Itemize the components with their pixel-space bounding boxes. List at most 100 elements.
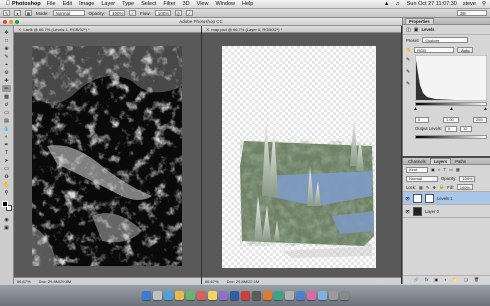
delete-layer-icon[interactable]: 🗑 xyxy=(474,277,479,283)
marquee-tool-icon[interactable]: □ xyxy=(2,37,11,44)
layer-name[interactable]: Layer 0 xyxy=(425,209,439,214)
volume-icon[interactable]: ♬ xyxy=(395,1,401,7)
safari-icon[interactable] xyxy=(163,291,173,300)
new-layer-icon[interactable]: ❏ xyxy=(464,277,468,282)
finder-icon[interactable] xyxy=(141,291,151,300)
screen-mode-icon[interactable]: ▣ xyxy=(2,224,11,231)
blend-mode-select[interactable]: Normal xyxy=(406,175,438,182)
filter-type-icon[interactable]: T xyxy=(444,167,447,172)
layer-name[interactable]: Levels 1 xyxy=(437,196,453,201)
messages-icon[interactable] xyxy=(185,291,195,300)
preset-select[interactable]: Custom xyxy=(422,37,469,43)
zoom-level[interactable]: 66.67% xyxy=(17,279,31,284)
eyedropper-tool-icon[interactable]: ⚙ xyxy=(2,69,11,76)
auto-button[interactable]: Auto xyxy=(457,47,474,53)
system-preferences-icon[interactable] xyxy=(284,291,294,300)
output-black-value[interactable]: 0 xyxy=(445,125,458,132)
lasso-tool-icon[interactable]: ❀ xyxy=(2,45,11,52)
mode-select[interactable]: Normal xyxy=(52,10,85,16)
zoom-level[interactable]: 66.67% xyxy=(205,279,219,284)
shape-tool-icon[interactable]: ▭ xyxy=(2,165,11,172)
quick-mask-icon[interactable]: ◉ xyxy=(2,216,11,223)
menu-edit[interactable]: Edit xyxy=(63,1,72,7)
input-white-value[interactable]: 255 xyxy=(473,116,487,123)
wifi-icon[interactable]: ▲ xyxy=(384,1,389,7)
output-white-value[interactable]: 12 xyxy=(460,125,473,132)
layer-kind-filter[interactable]: Kind xyxy=(406,166,428,173)
layer-row-layer-0[interactable]: 👁 Layer 0 xyxy=(403,205,490,218)
tab-paths[interactable]: Paths xyxy=(452,158,469,164)
layer-opacity-input[interactable]: 100% xyxy=(459,175,476,182)
healing-brush-tool-icon[interactable]: ✚ xyxy=(2,77,11,84)
new-adjustment-layer-icon[interactable]: ◐ xyxy=(444,277,447,282)
brush-tool-icon[interactable]: ✎ xyxy=(3,10,10,16)
itunes-icon[interactable] xyxy=(218,291,228,300)
crop-tool-icon[interactable]: ⌖ xyxy=(2,61,11,68)
color-swatches[interactable] xyxy=(1,201,12,211)
photoshop-icon[interactable] xyxy=(229,291,239,300)
menu-help[interactable]: Help xyxy=(242,1,253,7)
pressure-size-icon[interactable]: ✓ xyxy=(185,10,193,16)
minimize-window-icon[interactable] xyxy=(9,20,13,24)
lock-position-icon[interactable]: ✥ xyxy=(433,185,437,190)
add-mask-icon[interactable]: ▣ xyxy=(434,277,438,282)
flow-input[interactable]: 100% xyxy=(154,10,171,16)
close-tab-icon[interactable]: ✕ xyxy=(206,27,209,32)
clock[interactable]: Sun Oct 27 11:07:30 xyxy=(407,1,457,7)
app-menu[interactable]: Photoshop xyxy=(12,1,41,7)
spotlight-icon[interactable]: ⚲ xyxy=(482,1,486,7)
type-tool-icon[interactable]: T xyxy=(2,149,11,156)
eraser-tool-icon[interactable]: ▭ xyxy=(2,109,11,116)
layer-style-icon[interactable]: fx xyxy=(425,277,428,282)
pressure-opacity-icon[interactable]: ✓ xyxy=(129,10,137,16)
tab-channels[interactable]: Channels xyxy=(405,158,429,164)
menu-layer[interactable]: Layer xyxy=(101,1,115,7)
menu-filter[interactable]: Filter xyxy=(163,1,175,7)
close-window-icon[interactable] xyxy=(3,20,7,24)
acrobat-icon[interactable] xyxy=(240,291,250,300)
app-store-icon[interactable] xyxy=(295,291,305,300)
menu-type[interactable]: Type xyxy=(122,1,134,7)
move-tool-icon[interactable]: ✥ xyxy=(2,29,11,36)
photos-icon[interactable] xyxy=(306,291,316,300)
link-layers-icon[interactable]: 🔗 xyxy=(414,277,419,283)
notes-icon[interactable] xyxy=(207,291,217,300)
brush-panel-toggle[interactable]: ▦ xyxy=(25,10,32,16)
mail-icon[interactable] xyxy=(174,291,184,300)
layer-row-levels-1[interactable]: 👁 Levels 1 xyxy=(403,192,490,205)
foreground-color-swatch[interactable] xyxy=(1,201,8,207)
hand-tool-icon[interactable]: ✋ xyxy=(2,181,11,188)
menu-file[interactable]: File xyxy=(47,1,56,7)
close-tab-icon[interactable]: ✕ xyxy=(18,27,21,32)
clone-stamp-tool-icon[interactable]: ▩ xyxy=(2,93,11,100)
input-gamma-value[interactable]: 1.00 xyxy=(443,116,459,123)
doc-size[interactable]: Doc: 29.8M/22.1M xyxy=(227,279,260,284)
lock-transparent-icon[interactable]: ▦ xyxy=(419,185,423,190)
workspace-select[interactable]: 3D xyxy=(457,10,487,16)
lavik-canvas[interactable] xyxy=(32,46,182,266)
downloads-stack-icon[interactable] xyxy=(328,291,338,300)
mask-icon[interactable]: ▣ xyxy=(414,27,419,33)
hand-adjust-icon[interactable]: ✋ xyxy=(406,47,411,53)
lock-pixels-icon[interactable]: ✎ xyxy=(426,185,430,190)
dodge-tool-icon[interactable]: ◐ xyxy=(2,133,11,140)
zoom-tool-icon[interactable]: ⚲ xyxy=(2,189,11,196)
airbrush-icon[interactable]: ◎ xyxy=(174,10,182,16)
menu-window[interactable]: Window xyxy=(215,1,235,7)
filter-pixel-icon[interactable]: ▣ xyxy=(431,167,435,172)
white-input-slider[interactable]: ▲ xyxy=(483,106,488,112)
blur-tool-icon[interactable]: 💧 xyxy=(2,125,11,132)
black-point-eyedropper-icon[interactable]: ✎ xyxy=(406,57,410,63)
preview-icon[interactable] xyxy=(317,291,327,300)
channel-select[interactable]: RGB xyxy=(414,47,455,53)
white-point-eyedropper-icon[interactable]: ✎ xyxy=(406,81,410,87)
filter-shape-icon[interactable]: ▭ xyxy=(449,167,453,172)
document-tab[interactable]: ✕ Lavik @ 66.7% (Levels 1, RGB/32*) * xyxy=(14,26,201,33)
history-brush-tool-icon[interactable]: ↺ xyxy=(2,101,11,108)
black-input-slider[interactable]: ▲ xyxy=(413,106,418,112)
visibility-eye-icon[interactable]: 👁 xyxy=(405,209,410,214)
input-black-value[interactable]: 0 xyxy=(415,116,429,123)
menu-select[interactable]: Select xyxy=(141,1,156,7)
filter-smart-object-icon[interactable]: ▩ xyxy=(456,167,460,172)
filter-adjustment-icon[interactable]: ◐ xyxy=(438,167,441,172)
